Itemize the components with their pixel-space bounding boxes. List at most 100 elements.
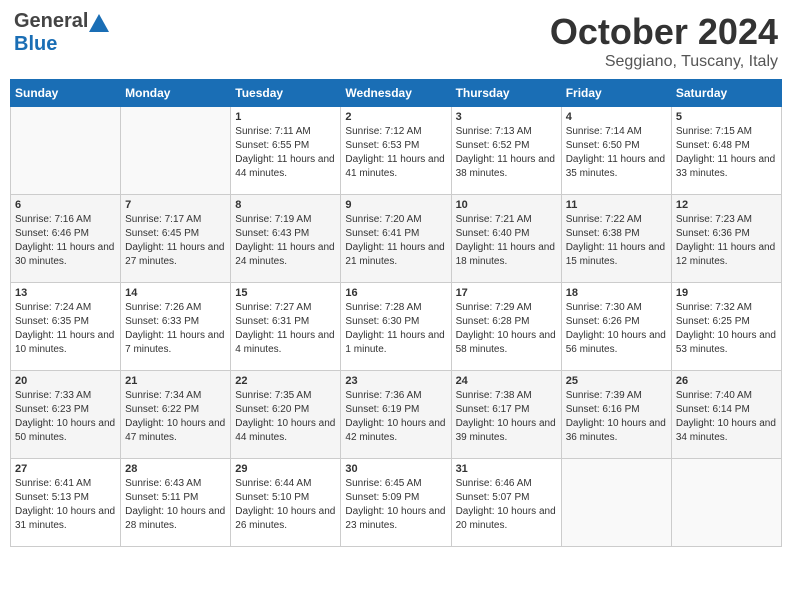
- header-cell-sunday: Sunday: [11, 80, 121, 107]
- day-number: 25: [566, 375, 667, 387]
- day-info: Sunrise: 6:44 AM Sunset: 5:10 PM Dayligh…: [235, 477, 336, 533]
- location-title: Seggiano, Tuscany, Italy: [550, 53, 778, 71]
- calendar-cell: 10 Sunrise: 7:21 AM Sunset: 6:40 PM Dayli…: [451, 195, 561, 283]
- calendar-cell: 17 Sunrise: 7:29 AM Sunset: 6:28 PM Dayli…: [451, 283, 561, 371]
- calendar-cell: 2 Sunrise: 7:12 AM Sunset: 6:53 PM Daylig…: [341, 107, 451, 195]
- day-number: 11: [566, 199, 667, 211]
- day-number: 15: [235, 287, 336, 299]
- header-cell-thursday: Thursday: [451, 80, 561, 107]
- day-number: 26: [676, 375, 777, 387]
- day-info: Sunrise: 6:41 AM Sunset: 5:13 PM Dayligh…: [15, 477, 116, 533]
- week-row-2: 6 Sunrise: 7:16 AM Sunset: 6:46 PM Daylig…: [11, 195, 782, 283]
- header-cell-friday: Friday: [561, 80, 671, 107]
- day-number: 6: [15, 199, 116, 211]
- calendar-cell: [121, 107, 231, 195]
- calendar-cell: 11Sunrise: 7:22 AM Sunset: 6:38 PM Dayli…: [561, 195, 671, 283]
- calendar-cell: 19 Sunrise: 7:32 AM Sunset: 6:25 PM Dayli…: [671, 283, 781, 371]
- calendar-cell: 3 Sunrise: 7:13 AM Sunset: 6:52 PM Daylig…: [451, 107, 561, 195]
- calendar-cell: 18 Sunrise: 7:30 AM Sunset: 6:26 PM Dayli…: [561, 283, 671, 371]
- day-info: Sunrise: 6:46 AM Sunset: 5:07 PM Dayligh…: [456, 477, 557, 533]
- month-title: October 2024: [550, 10, 778, 53]
- calendar-cell: [11, 107, 121, 195]
- calendar-table: SundayMondayTuesdayWednesdayThursdayFrid…: [10, 79, 782, 547]
- calendar-cell: 30 Sunrise: 6:45 AM Sunset: 5:09 PM Dayli…: [341, 459, 451, 547]
- day-number: 28: [125, 463, 226, 475]
- day-number: 20: [15, 375, 116, 387]
- day-number: 22: [235, 375, 336, 387]
- calendar-cell: [671, 459, 781, 547]
- day-info: Sunrise: 7:11 AM Sunset: 6:55 PM Dayligh…: [235, 125, 336, 181]
- calendar-cell: 16 Sunrise: 7:28 AM Sunset: 6:30 PM Dayli…: [341, 283, 451, 371]
- day-info: Sunrise: 6:45 AM Sunset: 5:09 PM Dayligh…: [345, 477, 446, 533]
- day-number: 29: [235, 463, 336, 475]
- calendar-cell: 24 Sunrise: 7:38 AM Sunset: 6:17 PM Dayli…: [451, 371, 561, 459]
- day-number: 23: [345, 375, 446, 387]
- day-info: Sunrise: 7:40 AM Sunset: 6:14 PM Dayligh…: [676, 389, 777, 445]
- logo: General Blue: [14, 10, 109, 56]
- day-info: Sunrise: 7:36 AM Sunset: 6:19 PM Dayligh…: [345, 389, 446, 445]
- day-number: 8: [235, 199, 336, 211]
- calendar-cell: 14Sunrise: 7:26 AM Sunset: 6:33 PM Dayli…: [121, 283, 231, 371]
- day-number: 1: [235, 111, 336, 123]
- calendar-cell: 1 Sunrise: 7:11 AM Sunset: 6:55 PM Daylig…: [231, 107, 341, 195]
- day-number: 13: [15, 287, 116, 299]
- day-info: Sunrise: 7:38 AM Sunset: 6:17 PM Dayligh…: [456, 389, 557, 445]
- day-info: Sunrise: 7:32 AM Sunset: 6:25 PM Dayligh…: [676, 301, 777, 357]
- day-number: 14: [125, 287, 226, 299]
- calendar-cell: 13 Sunrise: 7:24 AM Sunset: 6:35 PM Dayli…: [11, 283, 121, 371]
- calendar-cell: 26 Sunrise: 7:40 AM Sunset: 6:14 PM Dayli…: [671, 371, 781, 459]
- week-row-5: 27Sunrise: 6:41 AM Sunset: 5:13 PM Dayli…: [11, 459, 782, 547]
- calendar-cell: 29 Sunrise: 6:44 AM Sunset: 5:10 PM Dayli…: [231, 459, 341, 547]
- logo-general: General: [14, 10, 88, 33]
- header-cell-tuesday: Tuesday: [231, 80, 341, 107]
- day-number: 24: [456, 375, 557, 387]
- day-info: Sunrise: 7:30 AM Sunset: 6:26 PM Dayligh…: [566, 301, 667, 357]
- day-info: Sunrise: 7:33 AM Sunset: 6:23 PM Dayligh…: [15, 389, 116, 445]
- calendar-cell: 28 Sunrise: 6:43 AM Sunset: 5:11 PM Dayli…: [121, 459, 231, 547]
- day-info: Sunrise: 7:35 AM Sunset: 6:20 PM Dayligh…: [235, 389, 336, 445]
- calendar-cell: 6 Sunrise: 7:16 AM Sunset: 6:46 PM Daylig…: [11, 195, 121, 283]
- day-info: Sunrise: 7:24 AM Sunset: 6:35 PM Dayligh…: [15, 301, 116, 357]
- day-number: 18: [566, 287, 667, 299]
- calendar-cell: 7Sunrise: 7:17 AM Sunset: 6:45 PM Daylig…: [121, 195, 231, 283]
- title-area: October 2024 Seggiano, Tuscany, Italy: [550, 10, 778, 71]
- day-info: Sunrise: 7:20 AM Sunset: 6:41 PM Dayligh…: [345, 213, 446, 269]
- day-number: 12: [676, 199, 777, 211]
- logo-triangle-icon: [89, 14, 109, 32]
- calendar-cell: 8 Sunrise: 7:19 AM Sunset: 6:43 PM Daylig…: [231, 195, 341, 283]
- logo-blue: Blue: [14, 33, 57, 56]
- day-number: 9: [345, 199, 446, 211]
- day-info: Sunrise: 7:16 AM Sunset: 6:46 PM Dayligh…: [15, 213, 116, 269]
- calendar-cell: 12 Sunrise: 7:23 AM Sunset: 6:36 PM Dayli…: [671, 195, 781, 283]
- day-info: Sunrise: 7:19 AM Sunset: 6:43 PM Dayligh…: [235, 213, 336, 269]
- day-number: 10: [456, 199, 557, 211]
- calendar-cell: 23 Sunrise: 7:36 AM Sunset: 6:19 PM Dayli…: [341, 371, 451, 459]
- day-number: 30: [345, 463, 446, 475]
- header-cell-saturday: Saturday: [671, 80, 781, 107]
- header-row: SundayMondayTuesdayWednesdayThursdayFrid…: [11, 80, 782, 107]
- header-cell-wednesday: Wednesday: [341, 80, 451, 107]
- day-info: Sunrise: 7:13 AM Sunset: 6:52 PM Dayligh…: [456, 125, 557, 181]
- calendar-cell: 15Sunrise: 7:27 AM Sunset: 6:31 PM Dayli…: [231, 283, 341, 371]
- day-number: 2: [345, 111, 446, 123]
- day-info: Sunrise: 7:28 AM Sunset: 6:30 PM Dayligh…: [345, 301, 446, 357]
- header-cell-monday: Monday: [121, 80, 231, 107]
- week-row-1: 1 Sunrise: 7:11 AM Sunset: 6:55 PM Daylig…: [11, 107, 782, 195]
- day-info: Sunrise: 6:43 AM Sunset: 5:11 PM Dayligh…: [125, 477, 226, 533]
- day-info: Sunrise: 7:15 AM Sunset: 6:48 PM Dayligh…: [676, 125, 777, 181]
- day-info: Sunrise: 7:29 AM Sunset: 6:28 PM Dayligh…: [456, 301, 557, 357]
- day-number: 31: [456, 463, 557, 475]
- day-number: 19: [676, 287, 777, 299]
- day-number: 21: [125, 375, 226, 387]
- day-number: 3: [456, 111, 557, 123]
- day-number: 16: [345, 287, 446, 299]
- day-number: 17: [456, 287, 557, 299]
- day-info: Sunrise: 7:21 AM Sunset: 6:40 PM Dayligh…: [456, 213, 557, 269]
- calendar-cell: 21Sunrise: 7:34 AM Sunset: 6:22 PM Dayli…: [121, 371, 231, 459]
- day-info: Sunrise: 7:23 AM Sunset: 6:36 PM Dayligh…: [676, 213, 777, 269]
- calendar-cell: 27Sunrise: 6:41 AM Sunset: 5:13 PM Dayli…: [11, 459, 121, 547]
- day-number: 5: [676, 111, 777, 123]
- calendar-cell: 5 Sunrise: 7:15 AM Sunset: 6:48 PM Daylig…: [671, 107, 781, 195]
- week-row-4: 20 Sunrise: 7:33 AM Sunset: 6:23 PM Dayli…: [11, 371, 782, 459]
- day-info: Sunrise: 7:12 AM Sunset: 6:53 PM Dayligh…: [345, 125, 446, 181]
